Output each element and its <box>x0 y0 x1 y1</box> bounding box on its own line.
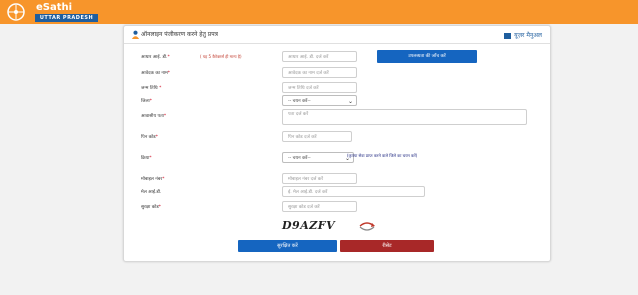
submit-button[interactable]: सुरक्षित करें <box>238 240 337 252</box>
reset-button[interactable]: रीसेट <box>340 240 434 252</box>
address-label: आवासीय पता* <box>141 114 167 119</box>
brand-title: eSathi <box>36 2 73 13</box>
card-header: ऑनलाइन पंजीकरण करने हेतु प्रपत्र यूज़र म… <box>124 26 550 44</box>
mobile-input[interactable]: मोबाइल नंबर दर्ज करें <box>282 173 357 184</box>
dob-label: जन्म तिथि * <box>141 86 162 91</box>
chevron-down-icon: ⌄ <box>347 98 353 105</box>
address-textarea[interactable]: पता दर्ज करें <box>282 109 527 125</box>
district-selected: -- चयन करें-- <box>288 99 311 104</box>
user-manual-label: यूज़र मैनुअल <box>514 32 542 39</box>
user-icon <box>131 30 140 39</box>
mobile-label: मोबाइल नंबर* <box>141 177 165 182</box>
registration-card: ऑनलाइन पंजीकरण करने हेतु प्रपत्र यूज़र म… <box>123 25 551 262</box>
dob-input[interactable]: जन्म तिथि दर्ज करें <box>282 82 357 93</box>
tehsil-selected: -- चयन करें-- <box>288 156 311 161</box>
app-header: eSathi UTTAR PRADESH <box>0 0 638 24</box>
pincode-input[interactable]: पिन कोड दर्ज करें <box>282 131 352 142</box>
district-select[interactable]: -- चयन करें-- ⌄ <box>282 95 357 106</box>
refresh-icon[interactable] <box>357 221 377 231</box>
tehsil-note: (कृपया सेवा प्राप्त करने वाले जिले का चय… <box>347 153 418 158</box>
card-title: ऑनलाइन पंजीकरण करने हेतु प्रपत्र <box>141 31 218 38</box>
user-manual-link[interactable]: यूज़र मैनुअल <box>504 31 542 39</box>
district-label: जिला* <box>141 99 152 104</box>
captcha-label: सुरक्षा कोड* <box>141 205 161 210</box>
tehsil-select[interactable]: -- चयन करें-- ⌄ <box>282 152 354 163</box>
aadhaar-label: आधार आई. डी.* <box>141 55 170 60</box>
check-availability-button[interactable]: उपलब्धता की जाँच करें <box>377 50 477 63</box>
applicant-name-input[interactable]: आवेदक का नाम दर्ज करें <box>282 67 357 78</box>
email-input[interactable]: ई. मेल आई.डी. दर्ज करें <box>282 186 425 197</box>
aadhaar-hint: ( यह 5 कैरेक्टर्स ही मान्य है) <box>200 54 242 59</box>
tehsil-label: क्रिया* <box>141 156 152 161</box>
brand-subtitle: UTTAR PRADESH <box>35 14 98 22</box>
book-icon <box>504 32 512 39</box>
pincode-label: पिन कोड* <box>141 135 158 140</box>
aadhaar-input[interactable]: आधार आई. डी. दर्ज करें <box>282 51 357 62</box>
captcha-input[interactable]: सुरक्षा कोड दर्ज करें <box>282 201 357 212</box>
captcha-image: D9AZFV <box>282 219 336 232</box>
email-label: मेल आई.डी. <box>141 190 162 195</box>
applicant-name-label: आवेदक का नाम* <box>141 71 171 76</box>
emblem-icon <box>7 3 25 21</box>
